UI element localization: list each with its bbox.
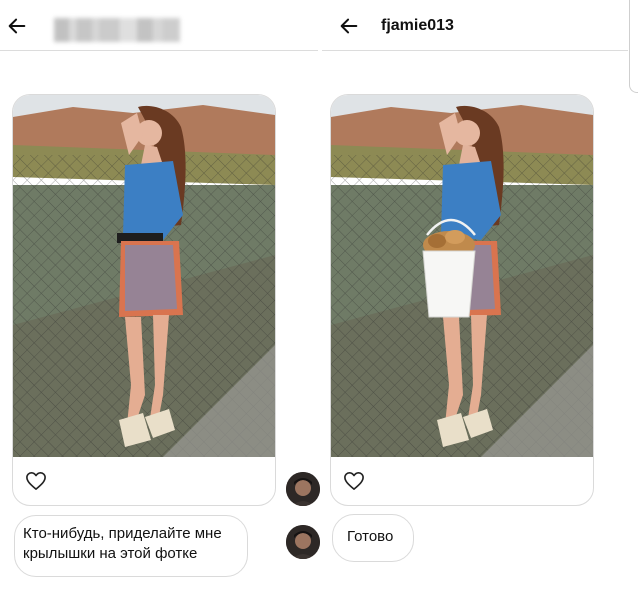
heart-icon[interactable] <box>25 471 47 491</box>
header-divider-right <box>322 50 628 51</box>
scroll-panel-edge <box>629 0 638 93</box>
back-arrow-icon[interactable] <box>338 15 360 37</box>
sender-avatar[interactable] <box>286 472 320 506</box>
blurred-recipient-name <box>54 18 180 42</box>
chat-username[interactable]: fjamie013 <box>381 17 454 35</box>
shared-photo-card-original[interactable] <box>12 94 276 506</box>
avatar-image <box>286 525 320 559</box>
heart-icon[interactable] <box>343 471 365 491</box>
back-arrow-icon[interactable] <box>6 15 28 37</box>
shared-photo-card-edited[interactable] <box>330 94 594 506</box>
photo-girl-on-bridge <box>13 95 275 457</box>
sender-avatar[interactable] <box>286 525 320 559</box>
message-bubble-done[interactable]: Готово <box>332 514 414 562</box>
header-divider-left <box>0 50 318 51</box>
avatar-image <box>286 472 320 506</box>
photo-girl-with-bucket <box>331 95 593 457</box>
message-bubble-request[interactable]: Кто-нибудь, приделайте мне крылышки на э… <box>14 515 248 577</box>
